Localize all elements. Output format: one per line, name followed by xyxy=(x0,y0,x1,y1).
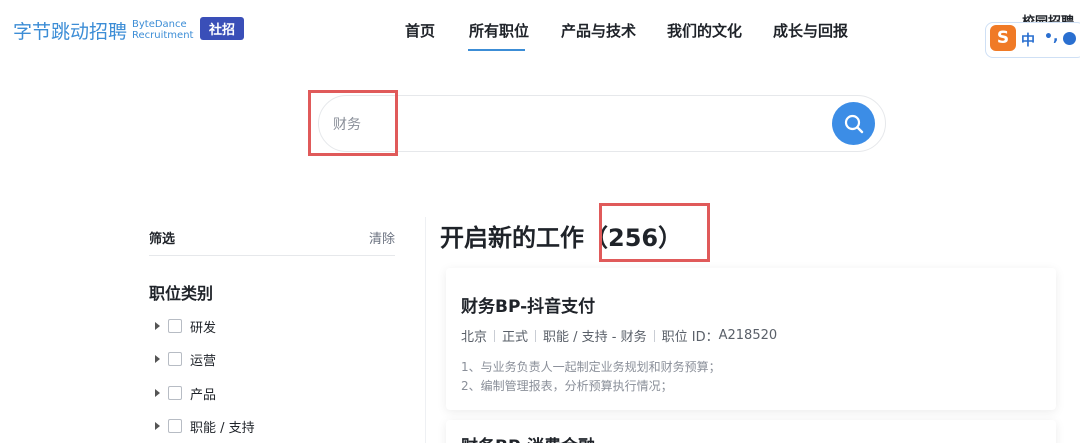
filter-title: 筛选 xyxy=(149,232,176,247)
panel-divider xyxy=(425,217,426,443)
category-item-support[interactable]: 职能 / 支持 xyxy=(155,417,255,436)
category-item-rd[interactable]: 研发 xyxy=(155,317,217,336)
search-input[interactable] xyxy=(333,114,813,134)
caret-right-icon[interactable] xyxy=(155,355,160,363)
job-id-label: 职位 ID： xyxy=(661,330,719,345)
logo-text[interactable]: 字节跳动招聘 xyxy=(13,17,127,44)
job-id: A218520 xyxy=(718,328,778,343)
job-meta: 北京 正式 职能 / 支持 - 财务 职位 ID： A218520 xyxy=(461,326,777,345)
nav-product-tech[interactable]: 产品与技术 xyxy=(561,20,636,41)
separator xyxy=(653,329,655,342)
category-label: 研发 xyxy=(190,320,217,336)
search-highlight-box xyxy=(308,90,398,156)
nav-culture[interactable]: 我们的文化 xyxy=(667,20,742,41)
caret-right-icon[interactable] xyxy=(155,322,160,330)
logo-subtitle: ByteDance Recruitment xyxy=(132,19,193,41)
sogou-icon[interactable]: S xyxy=(990,25,1016,51)
category-checkbox[interactable] xyxy=(168,352,182,366)
logo-en-line2: Recruitment xyxy=(132,30,194,41)
job-type: 正式 xyxy=(502,330,529,345)
nav-home[interactable]: 首页 xyxy=(405,20,435,41)
caret-right-icon[interactable] xyxy=(155,389,160,397)
job-city: 北京 xyxy=(461,330,488,345)
job-category: 职能 / 支持 - 财务 xyxy=(543,330,647,345)
filter-clear-button[interactable]: 清除 xyxy=(369,228,395,247)
category-item-ops[interactable]: 运营 xyxy=(155,350,217,369)
nav-all-jobs[interactable]: 所有职位 xyxy=(469,20,529,41)
category-title: 职位类别 xyxy=(149,284,214,303)
job-title[interactable]: 财务BP-抖音支付 xyxy=(461,292,595,317)
divider xyxy=(149,255,395,256)
search-button[interactable] xyxy=(832,102,875,145)
search-icon xyxy=(844,114,863,133)
category-label: 运营 xyxy=(190,353,217,369)
social-recruit-badge[interactable]: 社招 xyxy=(200,17,244,40)
caret-right-icon[interactable] xyxy=(155,422,160,430)
separator xyxy=(535,329,537,342)
emoji-icon[interactable] xyxy=(1063,32,1076,45)
job-desc-line: 1、与业务负责人一起制定业务规划和财务预算； xyxy=(461,360,721,374)
job-desc-line: 2、编制管理报表，分析预算执行情况； xyxy=(461,379,673,393)
separator xyxy=(494,329,496,342)
job-title[interactable]: 财务BP-消费金融 xyxy=(461,432,595,443)
count-highlight-box xyxy=(599,203,710,262)
category-item-product[interactable]: 产品 xyxy=(155,384,217,403)
ime-lang-toggle[interactable]: 中 xyxy=(1021,30,1035,50)
category-checkbox[interactable] xyxy=(168,386,182,400)
nav-growth[interactable]: 成长与回报 xyxy=(773,20,848,41)
category-checkbox[interactable] xyxy=(168,419,182,433)
ime-punct-toggle[interactable]: •, xyxy=(1044,29,1058,45)
category-label: 职能 / 支持 xyxy=(190,420,255,436)
logo-en-line1: ByteDance xyxy=(132,19,187,30)
category-label: 产品 xyxy=(190,387,217,403)
nav-active-indicator xyxy=(468,49,525,51)
category-checkbox[interactable] xyxy=(168,319,182,333)
